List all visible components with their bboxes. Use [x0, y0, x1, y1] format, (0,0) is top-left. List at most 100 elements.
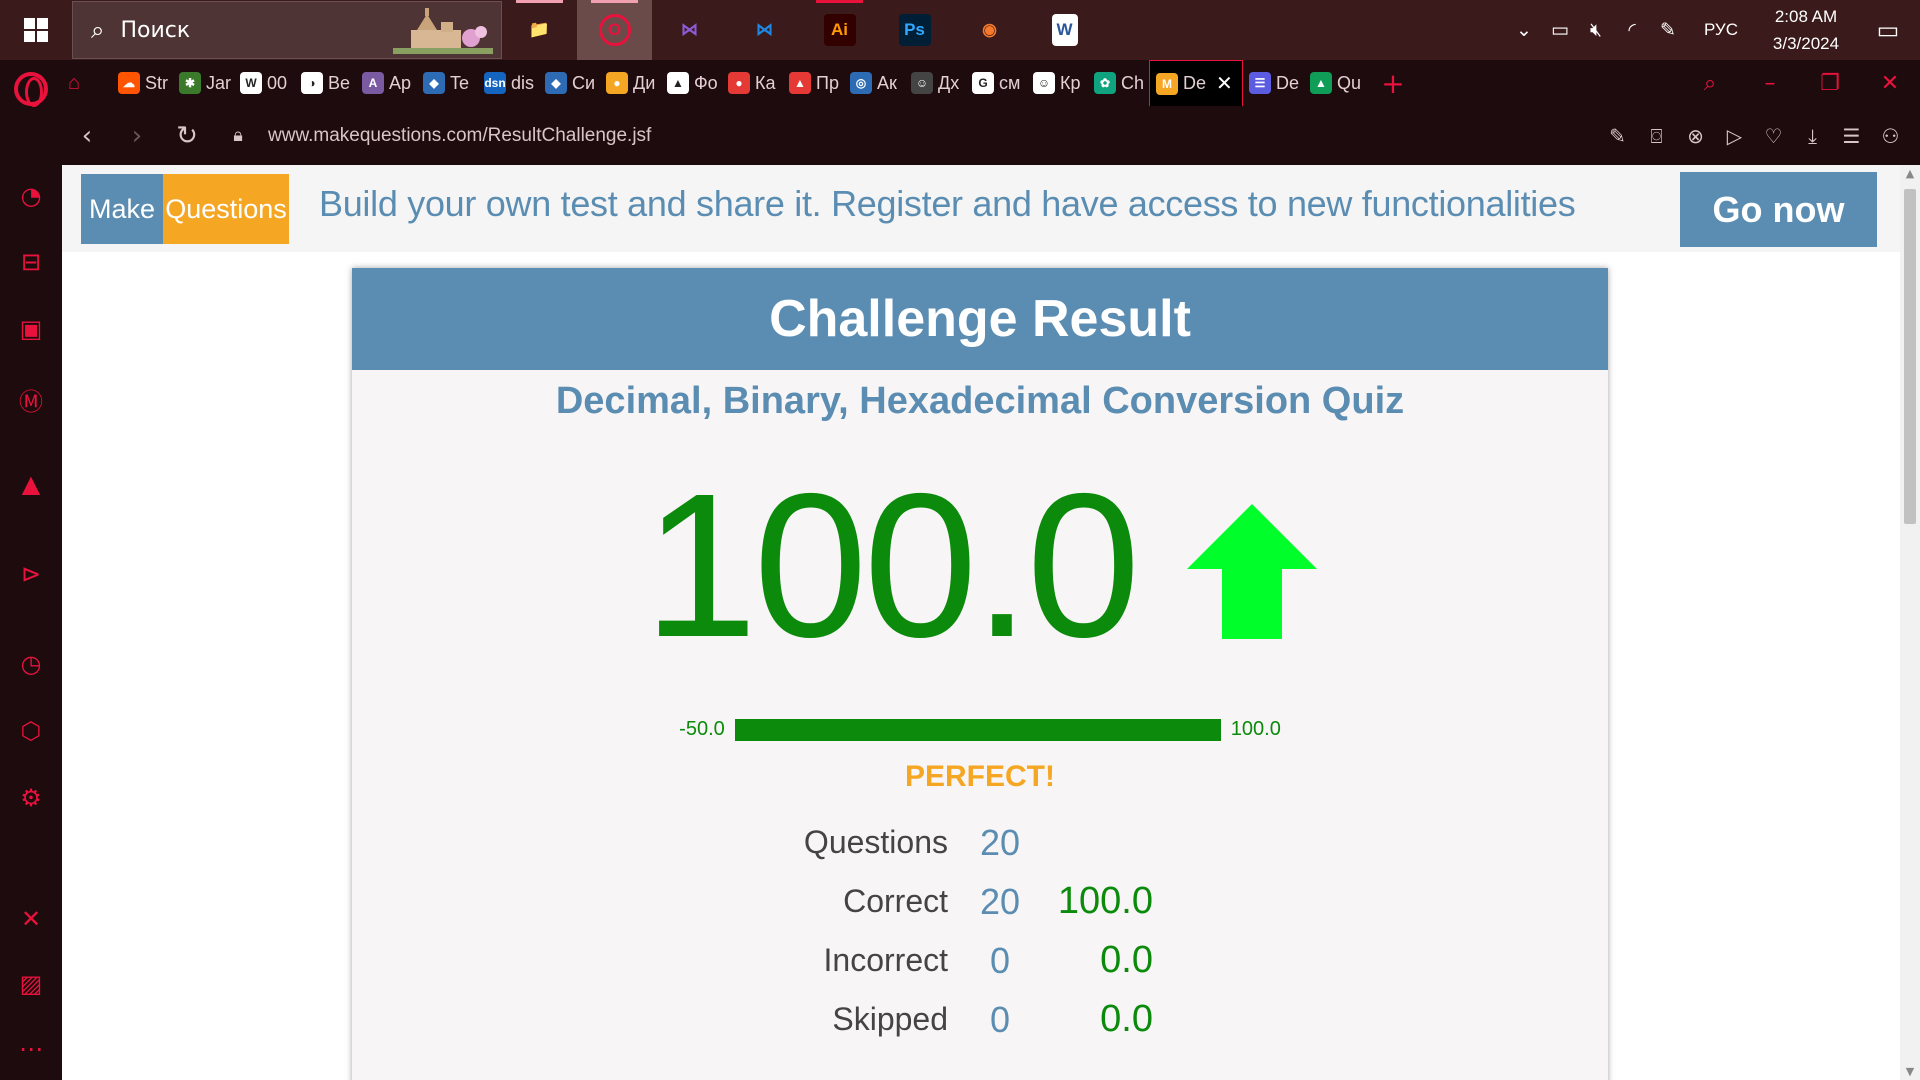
speed-dial-icon[interactable]: ◔ [0, 182, 62, 210]
taskbar-app-photoshop[interactable]: Ps [877, 0, 952, 60]
restore-icon[interactable]: ❐ [1800, 71, 1860, 96]
go-now-button[interactable]: Go now [1680, 172, 1877, 247]
crossed-tools-icon[interactable]: ✕ [0, 905, 62, 933]
tab-label: Дх [938, 72, 960, 93]
tab[interactable]: A Ap [356, 60, 417, 106]
visual-studio-icon: ⋈ [681, 20, 698, 39]
pen-icon[interactable]: ✎ [1650, 19, 1686, 41]
tab[interactable]: ☺ Дх [905, 60, 966, 106]
tab-label: Ap [389, 72, 412, 93]
tab-label: Str [145, 72, 169, 93]
tab[interactable]: ● Ди [600, 60, 661, 106]
window-controls: ⌕ – ❐ ✕ [1680, 60, 1920, 106]
input-language[interactable]: РУС [1686, 20, 1756, 40]
tab[interactable]: ✿ Ch [1088, 60, 1149, 106]
tab-label: Be [328, 72, 351, 93]
tab-favicon-icon: ▲ [667, 72, 689, 94]
settings-gear-icon[interactable]: ⚙ [0, 784, 62, 812]
taskbar-app-illustrator[interactable]: Ai [802, 0, 877, 60]
taskbar-app-visual-studio[interactable]: ⋈ [652, 0, 727, 60]
blender-icon: ◉ [982, 20, 997, 39]
camera-icon[interactable]: ⌼ [1637, 124, 1676, 148]
tab[interactable]: ◎ Ак [844, 60, 905, 106]
profile-icon[interactable]: ⚇ [1871, 124, 1910, 148]
taskbar-search-box[interactable]: ⌕ Поиск [72, 1, 502, 59]
chevron-up-icon[interactable]: ⌄ [1506, 19, 1542, 41]
opera-logo-icon[interactable] [14, 72, 48, 107]
tab-label: Jar [206, 72, 232, 93]
card-header: Challenge Result [352, 268, 1608, 370]
more-options-icon[interactable]: ⋯ [0, 1035, 62, 1063]
page-scrollbar[interactable]: ▲ ▼ [1900, 165, 1920, 1080]
easy-setup-icon[interactable]: ☰ [1832, 124, 1871, 148]
history-icon[interactable]: ◷ [0, 650, 62, 678]
tab-favicon-icon: W [240, 72, 262, 94]
back-arrow-icon[interactable]: ‹ [62, 121, 112, 151]
send-icon[interactable]: ▷ [1715, 124, 1754, 148]
lock-icon[interactable]: 🔒︎ [218, 125, 258, 146]
download-icon[interactable]: ⤓ [1793, 124, 1832, 148]
taskbar-app-blender[interactable]: ◉ [952, 0, 1027, 60]
shopping-bag-icon[interactable]: ⊟ [0, 248, 62, 276]
makequestions-logo[interactable]: Make Questions [81, 174, 289, 244]
twitch-icon[interactable]: ▣ [0, 315, 62, 343]
aria-icon[interactable]: ▲ [0, 470, 62, 498]
edit-icon[interactable]: ✎ [1598, 124, 1637, 148]
taskbar-app-opera[interactable]: O [577, 0, 652, 60]
tab[interactable]: ☁ Str [112, 60, 173, 106]
scrollbar-thumb[interactable] [1904, 189, 1916, 524]
battery-icon[interactable]: ▭ [1542, 19, 1578, 41]
ad-block-icon[interactable]: ⊗ [1676, 124, 1715, 148]
speaker-muted-icon[interactable]: 🔇︎ [1578, 19, 1614, 41]
tab-label: dis [511, 72, 535, 93]
taskbar-app-file-explorer[interactable]: 📁 [502, 0, 577, 60]
stat-percent: 0.0 [1100, 998, 1153, 1040]
tab[interactable]: dsn dis [478, 60, 539, 106]
notifications-icon[interactable]: ▭ [1856, 16, 1920, 44]
extension-m-icon[interactable]: Ⓜ [0, 382, 62, 417]
stat-count: 0 [989, 940, 1011, 981]
tab-active[interactable]: M De ✕ [1149, 60, 1243, 106]
minimize-icon[interactable]: – [1740, 71, 1800, 96]
search-highlight-scene-icon [393, 8, 493, 54]
tab[interactable]: ☺ Кр [1027, 60, 1088, 106]
tab-favicon-icon: ▲ [789, 72, 811, 94]
search-tabs-icon[interactable]: ⌕ [1680, 71, 1740, 96]
promo-banner: Make Questions Build your own test and s… [62, 165, 1900, 252]
heart-icon[interactable]: ♡ [1754, 124, 1793, 148]
taskbar-app-indicator [816, 0, 863, 3]
tab[interactable]: Gсм [966, 60, 1027, 106]
gaming-tab-icon[interactable]: ⌂ [62, 60, 112, 106]
cube-icon[interactable]: ⬡ [0, 717, 62, 745]
tab[interactable]: ▲ Фо [661, 60, 722, 106]
tab[interactable]: ◑ Be [295, 60, 356, 106]
tab[interactable]: ◆ Си [539, 60, 600, 106]
player-icon[interactable]: ⊳ [0, 560, 62, 588]
taskbar-app-word[interactable]: W [1027, 0, 1102, 60]
tab[interactable]: ▲ Пр [783, 60, 844, 106]
start-button[interactable] [0, 0, 72, 60]
tab[interactable]: ◆ Te [417, 60, 478, 106]
stats-table: Questions 20 Correct 20 100.0 Incorrect 0 0.0 Sk… [352, 813, 1608, 1049]
forward-arrow-icon[interactable]: › [112, 121, 162, 151]
tab-label: Te [450, 72, 470, 93]
tab[interactable]: ▲ Qu [1304, 60, 1365, 106]
new-tab-plus-icon[interactable]: + [1373, 67, 1413, 100]
tab[interactable]: ☰ De [1243, 60, 1304, 106]
scroll-down-icon[interactable]: ▼ [1900, 1065, 1920, 1078]
image-gallery-icon[interactable]: ▨ [0, 970, 62, 998]
photoshop-icon: Ps [898, 14, 931, 46]
tab[interactable]: ✱ Jar [173, 60, 234, 106]
taskbar-clock[interactable]: 2:08 AM 3/3/2024 [1756, 3, 1856, 57]
close-window-icon[interactable]: ✕ [1860, 71, 1920, 96]
wifi-icon[interactable]: ◜ [1614, 19, 1650, 41]
scroll-up-icon[interactable]: ▲ [1900, 167, 1920, 180]
verdict-label: PERFECT! [905, 760, 1055, 793]
tab[interactable]: ● Ка [722, 60, 783, 106]
url-field[interactable]: www.makequestions.com/ResultChallenge.js… [268, 125, 651, 147]
reload-icon[interactable]: ↻ [162, 121, 212, 151]
taskbar-app-vscode[interactable]: ⋈ [727, 0, 802, 60]
close-tab-icon[interactable]: ✕ [1216, 71, 1233, 96]
word-icon: W [1051, 14, 1078, 46]
tab[interactable]: W 00 [234, 60, 295, 106]
